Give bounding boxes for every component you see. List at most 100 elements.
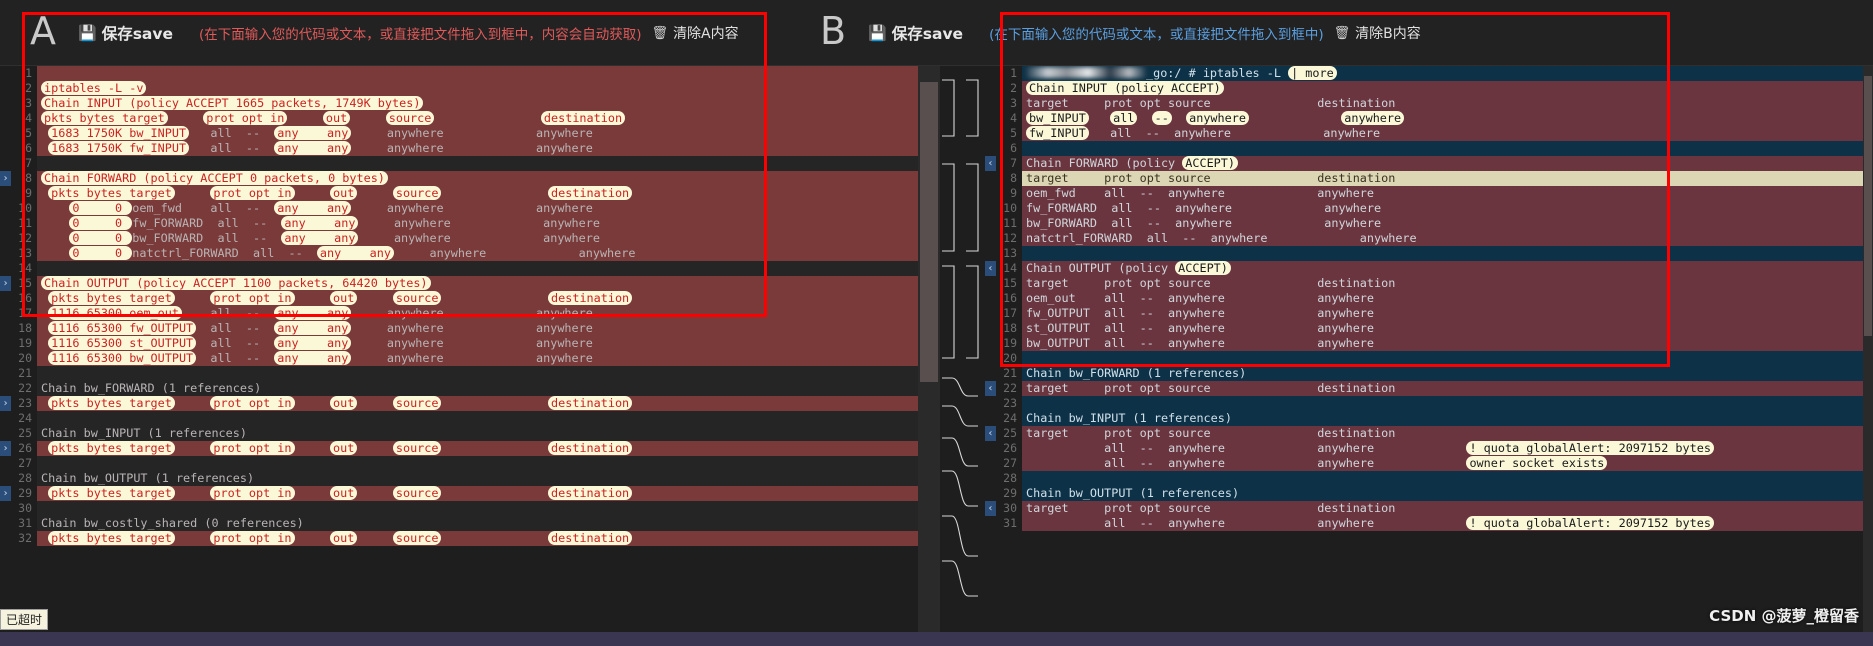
fold-gutter[interactable] xyxy=(985,486,996,501)
diff-line-row[interactable]: 21 Chain bw_FORWARD (1 references) xyxy=(985,366,1873,381)
right-scroll-thumb[interactable] xyxy=(1864,76,1872,336)
fold-gutter[interactable] xyxy=(985,516,996,531)
diff-line-content[interactable]: 0 0 natctrl_FORWARD all -- any any anywh… xyxy=(37,246,918,261)
diff-line-content[interactable] xyxy=(37,156,918,171)
diff-line-content[interactable]: Chain bw_OUTPUT (1 references) xyxy=(1022,486,1873,501)
diff-line-row[interactable]: 27 xyxy=(0,456,918,471)
fold-gutter[interactable] xyxy=(0,96,11,111)
chevron-right-icon[interactable]: ‹ xyxy=(985,156,996,171)
diff-line-row[interactable]: 14 xyxy=(0,261,918,276)
fold-gutter[interactable] xyxy=(0,126,11,141)
diff-line-content[interactable]: Chain OUTPUT (policy ACCEPT) xyxy=(1022,261,1873,276)
diff-line-row[interactable]: 6 1683 1750K fw_INPUT all -- any any any… xyxy=(0,141,918,156)
left-minimap-scrollbar[interactable] xyxy=(918,66,940,646)
diff-line-content[interactable] xyxy=(37,501,918,516)
diff-line-content[interactable]: Chain bw_INPUT (1 references) xyxy=(1022,411,1873,426)
diff-line-row[interactable]: 8 target prot opt source destination xyxy=(985,171,1873,186)
fold-gutter[interactable] xyxy=(0,321,11,336)
chevron-right-icon[interactable]: › xyxy=(0,441,11,456)
diff-line-content[interactable] xyxy=(1022,246,1873,261)
diff-line-row[interactable]: 12 0 0 bw_FORWARD all -- any any anywher… xyxy=(0,231,918,246)
diff-line-content[interactable]: Chain OUTPUT (policy ACCEPT 1100 packets… xyxy=(37,276,918,291)
diff-line-content[interactable]: Chain bw_FORWARD (1 references) xyxy=(37,381,918,396)
fold-gutter[interactable] xyxy=(985,291,996,306)
diff-line-row[interactable]: 20 1116 65300 bw_OUTPUT all -- any any a… xyxy=(0,351,918,366)
diff-line-content[interactable]: Chain INPUT (policy ACCEPT) xyxy=(1022,81,1873,96)
fold-gutter[interactable] xyxy=(985,66,996,81)
diff-line-row[interactable]: 16 pkts bytes target prot opt in out sou… xyxy=(0,291,918,306)
fold-gutter[interactable] xyxy=(0,531,11,546)
diff-line-content[interactable]: pkts bytes target prot opt in out source… xyxy=(37,291,918,306)
diff-line-row[interactable]: 9 oem_fwd all -- anywhere anywhere xyxy=(985,186,1873,201)
diff-line-content[interactable]: 1116 65300 oem_out all -- any any anywhe… xyxy=(37,306,918,321)
fold-gutter[interactable] xyxy=(985,231,996,246)
right-minimap-scrollbar[interactable] xyxy=(1863,66,1873,646)
diff-line-row[interactable]: 9 pkts bytes target prot opt in out sour… xyxy=(0,186,918,201)
diff-line-row[interactable]: 12 natctrl_FORWARD all -- anywhere anywhe… xyxy=(985,231,1873,246)
diff-line-row[interactable]: 18 st_OUTPUT all -- anywhere anywhere xyxy=(985,321,1873,336)
fold-gutter[interactable]: ‹ xyxy=(985,381,996,396)
fold-gutter[interactable] xyxy=(0,291,11,306)
diff-line-row[interactable]: 24 Chain bw_INPUT (1 references) xyxy=(985,411,1873,426)
fold-gutter[interactable]: › xyxy=(0,396,11,411)
fold-gutter[interactable] xyxy=(0,471,11,486)
diff-line-content[interactable]: 1116 65300 fw_OUTPUT all -- any any anyw… xyxy=(37,321,918,336)
fold-gutter[interactable] xyxy=(0,231,11,246)
diff-line-row[interactable]: ‹ 30 target prot opt source destination xyxy=(985,501,1873,516)
diff-line-content[interactable]: 1116 65300 st_OUTPUT all -- any any anyw… xyxy=(37,336,918,351)
diff-line-row[interactable]: 17 fw_OUTPUT all -- anywhere anywhere xyxy=(985,306,1873,321)
diff-line-row[interactable]: › 23 pkts bytes target prot opt in out so… xyxy=(0,396,918,411)
diff-line-row[interactable]: 4 bw_INPUT all -- anywhere anywhere xyxy=(985,111,1873,126)
diff-line-content[interactable] xyxy=(1022,351,1873,366)
fold-gutter[interactable]: ‹ xyxy=(985,156,996,171)
diff-line-content[interactable]: Chain bw_costly_shared (0 references) xyxy=(37,516,918,531)
fold-gutter[interactable] xyxy=(985,81,996,96)
diff-line-content[interactable]: bw_INPUT all -- anywhere anywhere xyxy=(1022,111,1873,126)
diff-line-content[interactable]: fw_FORWARD all -- anywhere anywhere xyxy=(1022,201,1873,216)
fold-gutter[interactable] xyxy=(985,471,996,486)
diff-line-content[interactable]: 0 0 oem_fwd all -- any any anywhere anyw… xyxy=(37,201,918,216)
fold-gutter[interactable] xyxy=(0,261,11,276)
fold-gutter[interactable] xyxy=(985,366,996,381)
diff-line-content[interactable]: target prot opt source destination xyxy=(1022,381,1873,396)
diff-line-content[interactable]: iptables -L -v xyxy=(37,81,918,96)
fold-gutter[interactable] xyxy=(985,456,996,471)
diff-line-row[interactable]: 28 Chain bw_OUTPUT (1 references) xyxy=(0,471,918,486)
diff-line-content[interactable] xyxy=(1022,141,1873,156)
diff-line-row[interactable]: › 8 Chain FORWARD (policy ACCEPT 0 packets… xyxy=(0,171,918,186)
save-a-button[interactable]: 💾 保存save xyxy=(78,22,173,44)
diff-line-content[interactable]: target prot opt source destination xyxy=(1022,426,1873,441)
fold-gutter[interactable] xyxy=(0,426,11,441)
diff-line-row[interactable]: 29 Chain bw_OUTPUT (1 references) xyxy=(985,486,1873,501)
diff-line-row[interactable]: 1 xyxy=(0,66,918,81)
diff-line-content[interactable]: st_OUTPUT all -- anywhere anywhere xyxy=(1022,321,1873,336)
diff-line-row[interactable]: 19 1116 65300 st_OUTPUT all -- any any a… xyxy=(0,336,918,351)
chevron-right-icon[interactable]: ‹ xyxy=(985,426,996,441)
diff-line-content[interactable]: pkts bytes target prot opt in out source… xyxy=(37,396,918,411)
diff-line-row[interactable]: ‹ 14 Chain OUTPUT (policy ACCEPT) xyxy=(985,261,1873,276)
fold-gutter[interactable] xyxy=(0,351,11,366)
diff-line-content[interactable]: all -- anywhere anywhere ! quota globalA… xyxy=(1022,516,1873,531)
diff-line-row[interactable]: 11 bw_FORWARD all -- anywhere anywhere xyxy=(985,216,1873,231)
diff-line-content[interactable]: target prot opt source destination xyxy=(1022,501,1873,516)
diff-pane-left[interactable]: 1 2 iptables -L -v 3 Chain INPUT (policy ACC… xyxy=(0,66,918,646)
diff-line-row[interactable]: ‹ 7 Chain FORWARD (policy ACCEPT) xyxy=(985,156,1873,171)
diff-line-content[interactable]: Chain FORWARD (policy ACCEPT 0 packets, … xyxy=(37,171,918,186)
diff-line-row[interactable]: 22 Chain bw_FORWARD (1 references) xyxy=(0,381,918,396)
fold-gutter[interactable]: ‹ xyxy=(985,426,996,441)
diff-line-content[interactable] xyxy=(37,261,918,276)
diff-line-content[interactable] xyxy=(37,66,918,81)
diff-line-row[interactable]: 23 xyxy=(985,396,1873,411)
diff-line-content[interactable]: _go:/ # iptables -L | more xyxy=(1022,66,1873,81)
fold-gutter[interactable] xyxy=(985,336,996,351)
diff-line-content[interactable]: oem_out all -- anywhere anywhere xyxy=(1022,291,1873,306)
fold-gutter[interactable] xyxy=(985,396,996,411)
chevron-right-icon[interactable]: ‹ xyxy=(985,261,996,276)
save-b-button[interactable]: 💾 保存save xyxy=(868,22,963,44)
fold-gutter[interactable] xyxy=(0,456,11,471)
chevron-right-icon[interactable]: › xyxy=(0,276,11,291)
fold-gutter[interactable] xyxy=(0,246,11,261)
fold-gutter[interactable]: ‹ xyxy=(985,261,996,276)
diff-line-row[interactable]: 5 1683 1750K bw_INPUT all -- any any any… xyxy=(0,126,918,141)
diff-line-row[interactable]: › 26 pkts bytes target prot opt in out so… xyxy=(0,441,918,456)
